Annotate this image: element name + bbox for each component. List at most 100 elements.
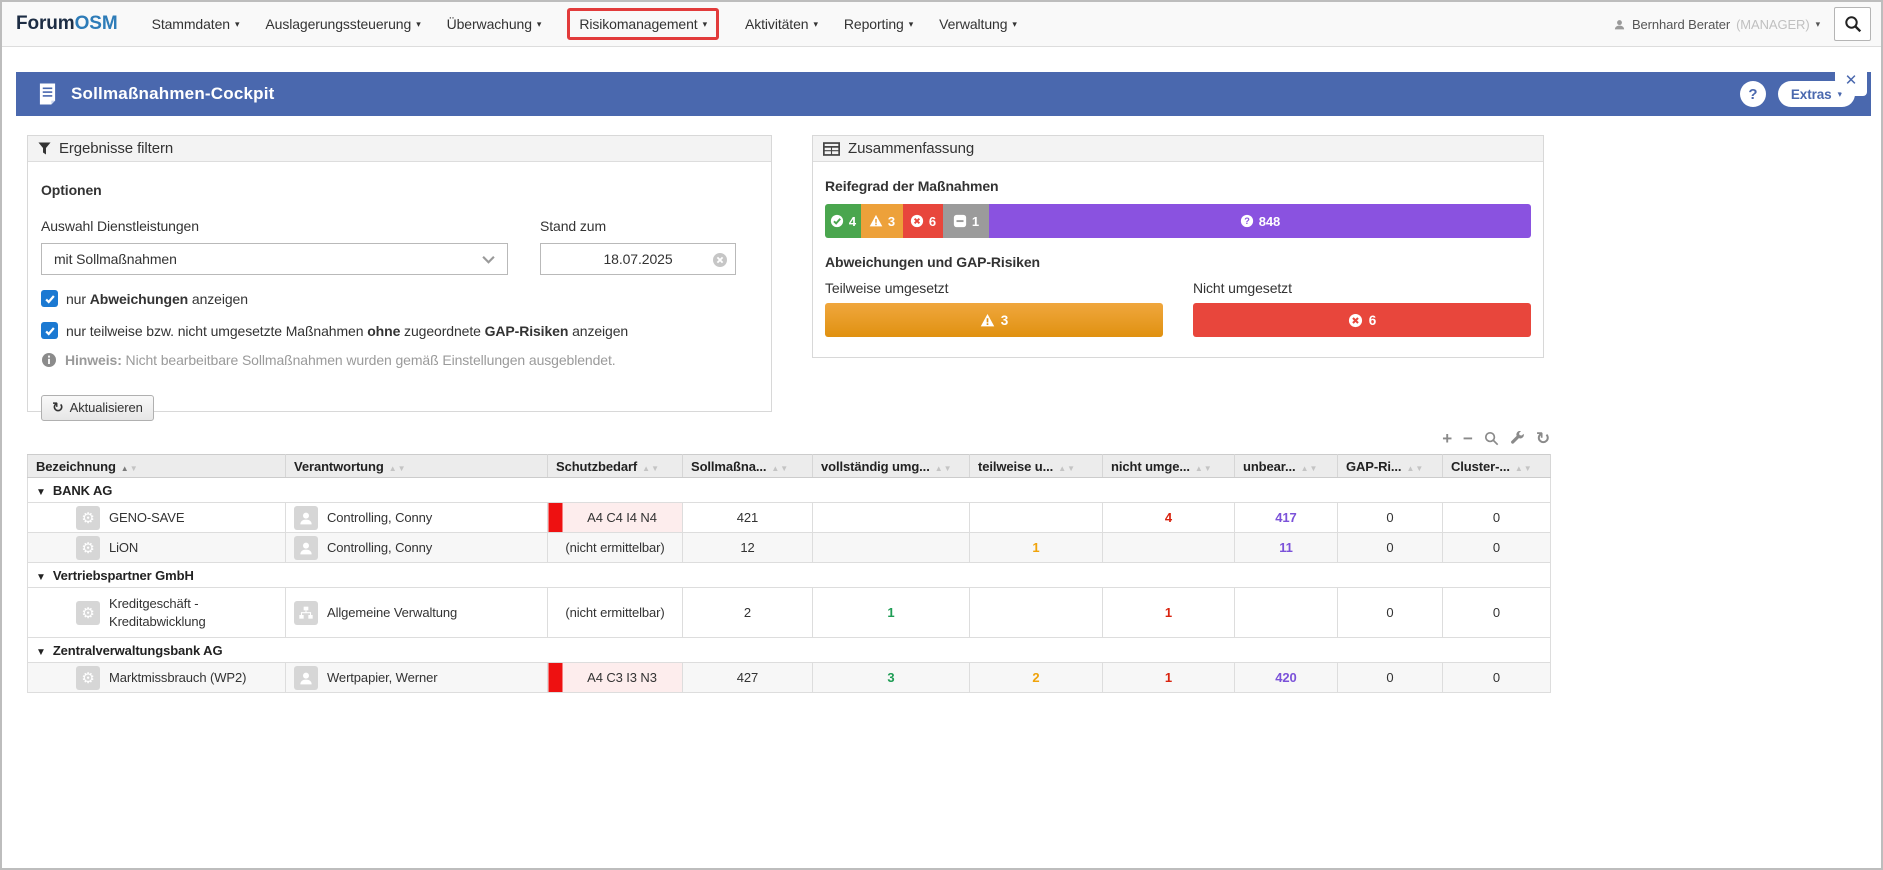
close-panel-button[interactable]: ✕ bbox=[1835, 64, 1867, 96]
svg-text:?: ? bbox=[1244, 216, 1250, 226]
nav-item-aktivitaeten[interactable]: Aktivitäten▾ bbox=[745, 16, 818, 32]
count-sollmassnahmen: 427 bbox=[683, 663, 813, 693]
not-implemented-bar: 6 bbox=[1193, 303, 1531, 337]
collapse-all-button[interactable]: − bbox=[1463, 430, 1473, 447]
chevron-down-icon: ▾ bbox=[537, 19, 541, 30]
nav-item-auslagerungssteuerung[interactable]: Auslagerungssteuerung▾ bbox=[265, 16, 420, 32]
count-cluster: 0 bbox=[1443, 533, 1551, 563]
table-refresh-button[interactable]: ↻ bbox=[1536, 430, 1550, 447]
user-menu[interactable]: Bernhard Berater (MANAGER) ▾ bbox=[1613, 17, 1820, 32]
col-header-nicht-umgesetzt[interactable]: nicht umge...▲▼ bbox=[1103, 455, 1235, 478]
col-header-verantwortung[interactable]: Verantwortung▲▼ bbox=[286, 455, 548, 478]
refresh-button[interactable]: ↻ Aktualisieren bbox=[41, 395, 154, 421]
sort-asc-icon: ▲ bbox=[121, 464, 130, 473]
protection-need-cell: (nicht ermittelbar) bbox=[548, 588, 683, 638]
col-header-bezeichnung[interactable]: Bezeichnung▲▼ bbox=[28, 455, 286, 478]
maturity-stacked-bar: 4 3 6 1 ? 848 bbox=[825, 204, 1531, 238]
group-row-vertriebspartner[interactable]: ▼Vertriebspartner GmbH bbox=[28, 563, 1551, 588]
gear-icon[interactable]: ⚙ bbox=[76, 601, 100, 625]
search-button[interactable] bbox=[1834, 7, 1871, 41]
main-area: Sollmaßnahmen-Cockpit ? Extras ▾ ✕ Ergeb… bbox=[2, 47, 1881, 868]
gear-icon[interactable]: ⚙ bbox=[76, 506, 100, 530]
table-row-lion[interactable]: ⚙LiON Controlling, Conny (nicht ermittel… bbox=[28, 533, 1551, 563]
count-vollstaendig: 3 bbox=[813, 663, 970, 693]
group-row-zentralverwaltungsbank[interactable]: ▼Zentralverwaltungsbank AG bbox=[28, 638, 1551, 663]
responsible-name: Controlling, Conny bbox=[327, 540, 432, 555]
chevron-down-icon: ▾ bbox=[1012, 19, 1016, 30]
filter-panel: Ergebnisse filtern Optionen Auswahl Dien… bbox=[27, 135, 772, 412]
user-role: (MANAGER) bbox=[1736, 17, 1810, 32]
search-icon bbox=[1844, 15, 1862, 33]
service-name: Kreditgeschäft - Kreditabwicklung bbox=[109, 595, 277, 630]
col-header-cluster[interactable]: Cluster-...▲▼ bbox=[1443, 455, 1551, 478]
app-window: ForumOSM Stammdaten▾ Auslagerungssteueru… bbox=[0, 0, 1883, 870]
nav-item-verwaltung[interactable]: Verwaltung▾ bbox=[939, 16, 1017, 32]
cockpit-header: Sollmaßnahmen-Cockpit ? Extras ▾ ✕ bbox=[16, 72, 1871, 116]
count-teilweise: 2 bbox=[970, 663, 1103, 693]
count-teilweise: 1 bbox=[970, 533, 1103, 563]
service-name: GENO-SAVE bbox=[109, 509, 184, 527]
nav-item-stammdaten[interactable]: Stammdaten▾ bbox=[152, 16, 240, 32]
filter-panel-header: Ergebnisse filtern bbox=[28, 136, 771, 162]
table-settings-button[interactable] bbox=[1510, 431, 1525, 446]
col-header-sollmassnahmen[interactable]: Sollmaßna...▲▼ bbox=[683, 455, 813, 478]
count-cluster: 0 bbox=[1443, 588, 1551, 638]
count-vollstaendig bbox=[813, 533, 970, 563]
count-unbearbeitet bbox=[1235, 588, 1338, 638]
checkbox-gap-risiken[interactable] bbox=[41, 322, 58, 339]
count-unbearbeitet[interactable]: 11 bbox=[1235, 533, 1338, 563]
nav-menu: Stammdaten▾ Auslagerungssteuerung▾ Überw… bbox=[152, 8, 1017, 40]
col-header-unbearbeitet[interactable]: unbear...▲▼ bbox=[1235, 455, 1338, 478]
count-unbearbeitet[interactable]: 417 bbox=[1235, 503, 1338, 533]
gear-icon[interactable]: ⚙ bbox=[76, 536, 100, 560]
count-nicht-umgesetzt bbox=[1103, 533, 1235, 563]
count-unbearbeitet[interactable]: 420 bbox=[1235, 663, 1338, 693]
date-field[interactable]: 18.07.2025 bbox=[540, 243, 736, 275]
segment-fully-implemented: 4 bbox=[825, 204, 861, 238]
table-row-geno-save[interactable]: ⚙GENO-SAVE Controlling, Conny A4 C4 I4 N… bbox=[28, 503, 1551, 533]
service-select[interactable]: mit Sollmaßnahmen bbox=[41, 243, 508, 275]
col-header-teilweise[interactable]: teilweise u...▲▼ bbox=[970, 455, 1103, 478]
nav-item-ueberwachung[interactable]: Überwachung▾ bbox=[447, 16, 542, 32]
results-table: Bezeichnung▲▼ Verantwortung▲▼ Schutzbeda… bbox=[27, 454, 1551, 693]
col-header-schutzbedarf[interactable]: Schutzbedarf▲▼ bbox=[548, 455, 683, 478]
date-value: 18.07.2025 bbox=[603, 251, 672, 267]
user-name: Bernhard Berater bbox=[1632, 17, 1730, 32]
table-row-marktmissbrauch[interactable]: ⚙Marktmissbrauch (WP2) Wertpapier, Werne… bbox=[28, 663, 1551, 693]
plus-icon: + bbox=[1442, 430, 1452, 447]
group-row-bank-ag[interactable]: ▼BANK AG bbox=[28, 478, 1551, 503]
segment-partially-implemented: 3 bbox=[861, 204, 903, 238]
table-row-kreditgeschaeft[interactable]: ⚙Kreditgeschäft - Kreditabwicklung Allge… bbox=[28, 588, 1551, 638]
protection-need-cell: (nicht ermittelbar) bbox=[548, 533, 683, 563]
chevron-down-icon: ▾ bbox=[703, 19, 707, 30]
person-icon bbox=[294, 536, 318, 560]
count-gap-risiken: 0 bbox=[1338, 588, 1443, 638]
clear-date-icon[interactable] bbox=[712, 252, 728, 268]
checkbox-abweichungen[interactable] bbox=[41, 290, 58, 307]
count-gap-risiken: 0 bbox=[1338, 663, 1443, 693]
col-header-gap-risiken[interactable]: GAP-Ri...▲▼ bbox=[1338, 455, 1443, 478]
filter-panel-title: Ergebnisse filtern bbox=[59, 140, 173, 157]
user-icon bbox=[1613, 18, 1626, 31]
count-gap-risiken: 0 bbox=[1338, 533, 1443, 563]
count-sollmassnahmen: 421 bbox=[683, 503, 813, 533]
nav-item-reporting[interactable]: Reporting▾ bbox=[844, 16, 913, 32]
document-icon bbox=[38, 82, 57, 106]
table-icon bbox=[823, 142, 840, 156]
app-logo[interactable]: ForumOSM bbox=[16, 13, 118, 35]
count-teilweise bbox=[970, 588, 1103, 638]
count-gap-risiken: 0 bbox=[1338, 503, 1443, 533]
col-header-vollstaendig[interactable]: vollständig umg...▲▼ bbox=[813, 455, 970, 478]
table-search-button[interactable] bbox=[1484, 431, 1499, 446]
count-teilweise bbox=[970, 503, 1103, 533]
minus-icon: − bbox=[1463, 430, 1473, 447]
nav-item-risikomanagement[interactable]: Risikomanagement▾ bbox=[567, 8, 719, 40]
partial-bar: 3 bbox=[825, 303, 1163, 337]
gap-heading: Abweichungen und GAP-Risiken bbox=[825, 254, 1531, 270]
gear-icon[interactable]: ⚙ bbox=[76, 666, 100, 690]
expand-all-button[interactable]: + bbox=[1442, 430, 1452, 447]
segment-unprocessed: ? 848 bbox=[989, 204, 1531, 238]
x-circle-icon bbox=[1348, 313, 1363, 328]
table-toolbar: + − ↻ bbox=[27, 430, 1550, 447]
help-button[interactable]: ? bbox=[1740, 81, 1766, 107]
